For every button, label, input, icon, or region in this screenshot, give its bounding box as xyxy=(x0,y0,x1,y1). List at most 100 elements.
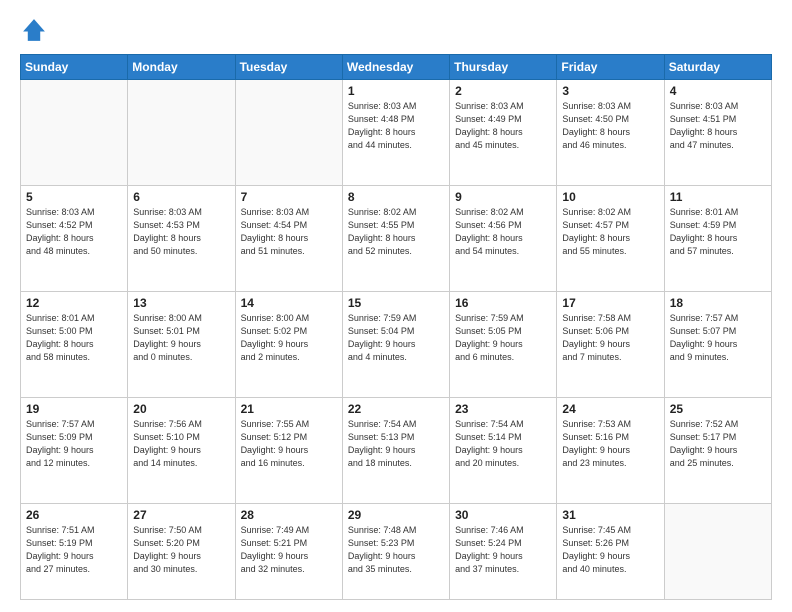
day-cell: 31 Sunrise: 7:45 AMSunset: 5:26 PMDayligh… xyxy=(557,503,664,599)
day-info: Sunrise: 7:48 AMSunset: 5:23 PMDaylight:… xyxy=(348,524,444,576)
day-number: 8 xyxy=(348,190,444,204)
col-header-monday: Monday xyxy=(128,55,235,80)
day-info: Sunrise: 7:55 AMSunset: 5:12 PMDaylight:… xyxy=(241,418,337,470)
day-info: Sunrise: 8:00 AMSunset: 5:01 PMDaylight:… xyxy=(133,312,229,364)
day-number: 23 xyxy=(455,402,551,416)
day-number: 22 xyxy=(348,402,444,416)
day-cell xyxy=(664,503,771,599)
day-number: 6 xyxy=(133,190,229,204)
day-number: 10 xyxy=(562,190,658,204)
day-number: 30 xyxy=(455,508,551,522)
day-cell: 19 Sunrise: 7:57 AMSunset: 5:09 PMDayligh… xyxy=(21,397,128,503)
day-cell: 26 Sunrise: 7:51 AMSunset: 5:19 PMDayligh… xyxy=(21,503,128,599)
week-row-1: 1 Sunrise: 8:03 AMSunset: 4:48 PMDaylight… xyxy=(21,80,772,186)
day-cell xyxy=(21,80,128,186)
day-cell: 10Sunrise: 8:02 AMSunset: 4:57 PMDayligh… xyxy=(557,185,664,291)
day-info: Sunrise: 7:59 AMSunset: 5:05 PMDaylight:… xyxy=(455,312,551,364)
day-cell: 1 Sunrise: 8:03 AMSunset: 4:48 PMDaylight… xyxy=(342,80,449,186)
day-cell: 13 Sunrise: 8:00 AMSunset: 5:01 PMDayligh… xyxy=(128,291,235,397)
day-number: 13 xyxy=(133,296,229,310)
col-header-sunday: Sunday xyxy=(21,55,128,80)
day-number: 7 xyxy=(241,190,337,204)
day-cell: 27Sunrise: 7:50 AMSunset: 5:20 PMDayligh… xyxy=(128,503,235,599)
day-info: Sunrise: 7:57 AMSunset: 5:07 PMDaylight:… xyxy=(670,312,766,364)
day-number: 26 xyxy=(26,508,122,522)
day-cell: 2 Sunrise: 8:03 AMSunset: 4:49 PMDaylight… xyxy=(450,80,557,186)
day-number: 11 xyxy=(670,190,766,204)
col-header-saturday: Saturday xyxy=(664,55,771,80)
day-number: 21 xyxy=(241,402,337,416)
day-cell: 9Sunrise: 8:02 AMSunset: 4:56 PMDaylight… xyxy=(450,185,557,291)
day-info: Sunrise: 7:56 AMSunset: 5:10 PMDaylight:… xyxy=(133,418,229,470)
calendar-table: SundayMondayTuesdayWednesdayThursdayFrid… xyxy=(20,54,772,600)
day-number: 16 xyxy=(455,296,551,310)
day-cell: 21 Sunrise: 7:55 AMSunset: 5:12 PMDayligh… xyxy=(235,397,342,503)
day-cell: 16 Sunrise: 7:59 AMSunset: 5:05 PMDayligh… xyxy=(450,291,557,397)
day-number: 2 xyxy=(455,84,551,98)
day-number: 3 xyxy=(562,84,658,98)
week-row-2: 5Sunrise: 8:03 AMSunset: 4:52 PMDaylight… xyxy=(21,185,772,291)
day-info: Sunrise: 7:54 AMSunset: 5:13 PMDaylight:… xyxy=(348,418,444,470)
day-number: 27 xyxy=(133,508,229,522)
day-cell: 28Sunrise: 7:49 AMSunset: 5:21 PMDayligh… xyxy=(235,503,342,599)
day-cell: 18 Sunrise: 7:57 AMSunset: 5:07 PMDayligh… xyxy=(664,291,771,397)
day-info: Sunrise: 8:03 AMSunset: 4:51 PMDaylight:… xyxy=(670,100,766,152)
day-info: Sunrise: 8:01 AMSunset: 5:00 PMDaylight:… xyxy=(26,312,122,364)
day-number: 19 xyxy=(26,402,122,416)
day-cell: 25Sunrise: 7:52 AMSunset: 5:17 PMDayligh… xyxy=(664,397,771,503)
col-header-wednesday: Wednesday xyxy=(342,55,449,80)
day-cell: 22 Sunrise: 7:54 AMSunset: 5:13 PMDayligh… xyxy=(342,397,449,503)
day-info: Sunrise: 7:53 AMSunset: 5:16 PMDaylight:… xyxy=(562,418,658,470)
day-info: Sunrise: 7:45 AMSunset: 5:26 PMDaylight:… xyxy=(562,524,658,576)
day-cell: 3Sunrise: 8:03 AMSunset: 4:50 PMDaylight… xyxy=(557,80,664,186)
day-info: Sunrise: 8:02 AMSunset: 4:55 PMDaylight:… xyxy=(348,206,444,258)
day-cell: 6 Sunrise: 8:03 AMSunset: 4:53 PMDaylight… xyxy=(128,185,235,291)
day-info: Sunrise: 8:03 AMSunset: 4:53 PMDaylight:… xyxy=(133,206,229,258)
week-row-5: 26 Sunrise: 7:51 AMSunset: 5:19 PMDayligh… xyxy=(21,503,772,599)
day-cell: 15 Sunrise: 7:59 AMSunset: 5:04 PMDayligh… xyxy=(342,291,449,397)
day-info: Sunrise: 8:03 AMSunset: 4:52 PMDaylight:… xyxy=(26,206,122,258)
day-number: 14 xyxy=(241,296,337,310)
day-number: 31 xyxy=(562,508,658,522)
day-number: 18 xyxy=(670,296,766,310)
day-cell: 4 Sunrise: 8:03 AMSunset: 4:51 PMDaylight… xyxy=(664,80,771,186)
day-info: Sunrise: 7:51 AMSunset: 5:19 PMDaylight:… xyxy=(26,524,122,576)
day-cell: 17 Sunrise: 7:58 AMSunset: 5:06 PMDayligh… xyxy=(557,291,664,397)
day-cell: 12 Sunrise: 8:01 AMSunset: 5:00 PMDayligh… xyxy=(21,291,128,397)
day-info: Sunrise: 8:01 AMSunset: 4:59 PMDaylight:… xyxy=(670,206,766,258)
day-cell: 20Sunrise: 7:56 AMSunset: 5:10 PMDayligh… xyxy=(128,397,235,503)
day-cell: 8 Sunrise: 8:02 AMSunset: 4:55 PMDaylight… xyxy=(342,185,449,291)
column-headers: SundayMondayTuesdayWednesdayThursdayFrid… xyxy=(21,55,772,80)
logo xyxy=(20,16,52,44)
day-cell: 14 Sunrise: 8:00 AMSunset: 5:02 PMDayligh… xyxy=(235,291,342,397)
day-info: Sunrise: 7:58 AMSunset: 5:06 PMDaylight:… xyxy=(562,312,658,364)
day-cell: 5Sunrise: 8:03 AMSunset: 4:52 PMDaylight… xyxy=(21,185,128,291)
day-number: 1 xyxy=(348,84,444,98)
day-number: 15 xyxy=(348,296,444,310)
day-info: Sunrise: 8:02 AMSunset: 4:56 PMDaylight:… xyxy=(455,206,551,258)
day-number: 29 xyxy=(348,508,444,522)
day-number: 17 xyxy=(562,296,658,310)
day-number: 4 xyxy=(670,84,766,98)
day-cell: 7 Sunrise: 8:03 AMSunset: 4:54 PMDaylight… xyxy=(235,185,342,291)
day-cell: 23 Sunrise: 7:54 AMSunset: 5:14 PMDayligh… xyxy=(450,397,557,503)
day-cell xyxy=(128,80,235,186)
day-info: Sunrise: 7:59 AMSunset: 5:04 PMDaylight:… xyxy=(348,312,444,364)
col-header-friday: Friday xyxy=(557,55,664,80)
col-header-thursday: Thursday xyxy=(450,55,557,80)
day-info: Sunrise: 7:46 AMSunset: 5:24 PMDaylight:… xyxy=(455,524,551,576)
week-row-3: 12 Sunrise: 8:01 AMSunset: 5:00 PMDayligh… xyxy=(21,291,772,397)
day-cell xyxy=(235,80,342,186)
day-info: Sunrise: 8:00 AMSunset: 5:02 PMDaylight:… xyxy=(241,312,337,364)
day-info: Sunrise: 8:03 AMSunset: 4:54 PMDaylight:… xyxy=(241,206,337,258)
day-info: Sunrise: 8:03 AMSunset: 4:48 PMDaylight:… xyxy=(348,100,444,152)
day-number: 12 xyxy=(26,296,122,310)
day-info: Sunrise: 7:54 AMSunset: 5:14 PMDaylight:… xyxy=(455,418,551,470)
calendar-page: SundayMondayTuesdayWednesdayThursdayFrid… xyxy=(0,0,792,612)
col-header-tuesday: Tuesday xyxy=(235,55,342,80)
day-cell: 11 Sunrise: 8:01 AMSunset: 4:59 PMDayligh… xyxy=(664,185,771,291)
day-cell: 24Sunrise: 7:53 AMSunset: 5:16 PMDayligh… xyxy=(557,397,664,503)
day-info: Sunrise: 8:03 AMSunset: 4:49 PMDaylight:… xyxy=(455,100,551,152)
day-number: 28 xyxy=(241,508,337,522)
day-info: Sunrise: 7:57 AMSunset: 5:09 PMDaylight:… xyxy=(26,418,122,470)
